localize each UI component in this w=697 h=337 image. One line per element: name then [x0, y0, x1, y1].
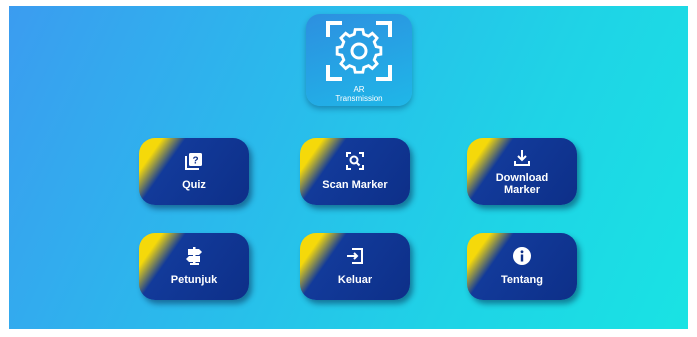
keluar-label: Keluar [337, 274, 373, 286]
svg-text:?: ? [192, 156, 198, 167]
signpost-icon [139, 246, 249, 266]
download-icon [467, 148, 577, 168]
download-marker-button[interactable]: Download Marker [467, 138, 577, 205]
keluar-button[interactable]: Keluar [300, 233, 410, 300]
quiz-icon: ? [139, 151, 249, 171]
logo-title-line2: Transmission [335, 94, 383, 103]
gear-scan-icon [326, 21, 392, 81]
main-screen: AR Transmission ? Quiz Scan Marker Downl… [9, 6, 688, 329]
info-icon [467, 246, 577, 266]
quiz-label: Quiz [182, 179, 206, 191]
tentang-button[interactable]: Tentang [467, 233, 577, 300]
exit-icon [300, 246, 410, 266]
scan-marker-button[interactable]: Scan Marker [300, 138, 410, 205]
tentang-label: Tentang [501, 274, 543, 286]
scan-marker-label: Scan Marker [322, 179, 388, 191]
scan-search-icon [300, 151, 410, 171]
app-logo: AR Transmission [306, 14, 412, 106]
download-marker-label-line2: Marker [503, 184, 541, 196]
petunjuk-label: Petunjuk [170, 274, 218, 286]
quiz-button[interactable]: ? Quiz [139, 138, 249, 205]
logo-title-line1: AR [353, 85, 365, 94]
petunjuk-button[interactable]: Petunjuk [139, 233, 249, 300]
download-marker-label-line1: Download [495, 172, 549, 184]
